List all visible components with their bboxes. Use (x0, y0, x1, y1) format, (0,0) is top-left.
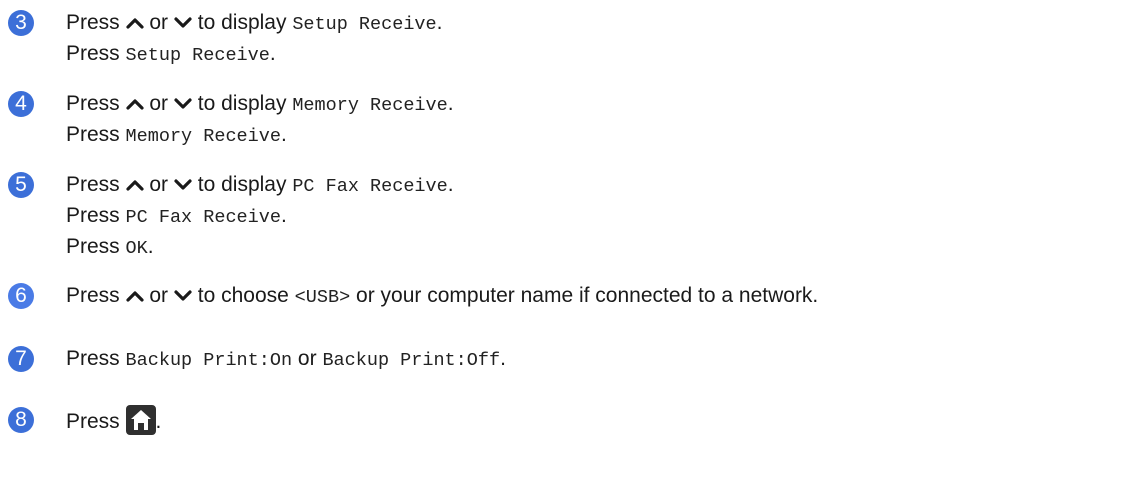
period: . (147, 235, 154, 258)
to-display-word: to display (197, 173, 287, 196)
press-word: Press (66, 42, 120, 65)
press-word: Press (66, 123, 120, 146)
period: . (280, 123, 287, 146)
period: . (269, 42, 276, 65)
down-arrow-icon (174, 98, 192, 109)
press-word: Press (66, 173, 120, 196)
press-word: Press (66, 204, 120, 227)
press-word: Press (66, 284, 120, 307)
period: . (447, 173, 454, 196)
step-line: Press or to display PC Fax Receive. (66, 170, 454, 200)
up-arrow-icon (125, 180, 144, 191)
step-number-badge: 6 (8, 283, 34, 309)
step-text: Press or to choose <USB> or your compute… (66, 283, 818, 311)
down-arrow-icon (174, 17, 192, 28)
step-line: Press or to display Memory Receive. (66, 89, 454, 119)
or-word: or (149, 92, 169, 115)
or-word: or (149, 173, 169, 196)
step-number-badge: 3 (8, 10, 34, 36)
home-icon (125, 405, 156, 435)
period: . (155, 410, 162, 433)
step-text: Press . (66, 405, 161, 435)
step-line: Press OK. (66, 232, 454, 262)
step-text-rest: or your computer name if connected to a … (356, 284, 819, 307)
step-line: Press PC Fax Receive. (66, 201, 454, 231)
step-text: Press Backup Print:On or Backup Print:Of… (66, 346, 506, 374)
step-line: Press or to display Setup Receive. (66, 8, 442, 38)
press-word: Press (66, 92, 120, 115)
up-arrow-icon (125, 18, 144, 29)
press-word: Press (66, 410, 120, 433)
down-arrow-icon (174, 290, 192, 301)
press-word: Press (66, 11, 120, 34)
press-word: Press (66, 235, 120, 258)
step-line: Press Setup Receive. (66, 39, 442, 69)
step-number-badge: 8 (8, 407, 34, 433)
step-number-badge: 5 (8, 172, 34, 198)
to-choose-word: to choose (197, 284, 289, 307)
or-word: or (297, 347, 317, 370)
backup-print-on-option: Backup Print:On (125, 350, 293, 371)
up-arrow-icon (125, 291, 144, 302)
menu-item-name: PC Fax Receive (292, 176, 448, 197)
step-number-badge: 4 (8, 91, 34, 117)
period: . (280, 204, 287, 227)
press-word: Press (66, 347, 120, 370)
step-text: Press or to display Setup Receive. Press… (66, 10, 442, 69)
step-text: Press or to display PC Fax Receive. Pres… (66, 172, 454, 262)
down-arrow-icon (174, 179, 192, 190)
menu-item-name: Memory Receive (292, 95, 448, 116)
step-line: Press Memory Receive. (66, 120, 454, 150)
to-display-word: to display (197, 11, 287, 34)
step-line: Press or to choose <USB> or your compute… (66, 281, 818, 311)
usb-option: <USB> (294, 287, 351, 308)
or-word: or (149, 11, 169, 34)
menu-item-name: Memory Receive (125, 126, 281, 147)
period: . (447, 92, 454, 115)
menu-item-name: Setup Receive (125, 45, 270, 66)
step-text: Press or to display Memory Receive. Pres… (66, 91, 454, 150)
ok-key-name: OK (125, 238, 148, 259)
backup-print-off-option: Backup Print:Off (322, 350, 501, 371)
period: . (436, 11, 443, 34)
menu-item-name: Setup Receive (292, 14, 437, 35)
menu-item-name: PC Fax Receive (125, 207, 281, 228)
step-line: Press . (66, 405, 161, 435)
up-arrow-icon (125, 99, 144, 110)
or-word: or (149, 284, 169, 307)
step-number-badge: 7 (8, 346, 34, 372)
to-display-word: to display (197, 92, 287, 115)
step-line: Press Backup Print:On or Backup Print:Of… (66, 344, 506, 374)
period: . (500, 347, 506, 370)
